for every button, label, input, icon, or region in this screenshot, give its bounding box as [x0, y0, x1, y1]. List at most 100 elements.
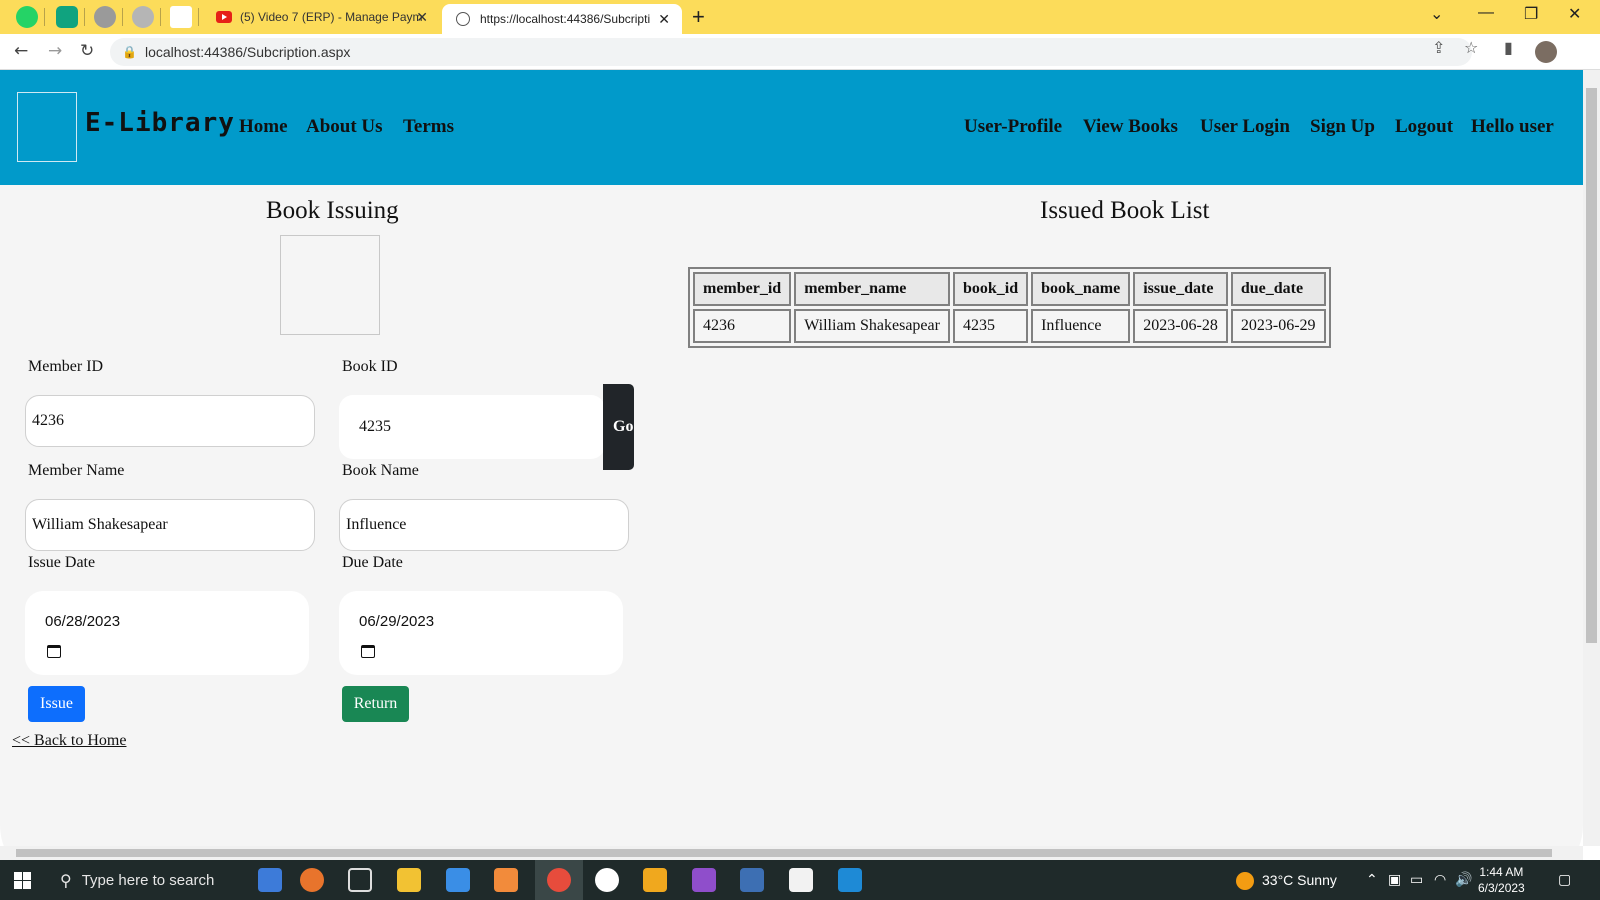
- vscode-icon[interactable]: [838, 868, 862, 892]
- column-header: due_date: [1230, 272, 1326, 306]
- widgets-icon[interactable]: [258, 868, 282, 892]
- url-input[interactable]: 🔒 localhost:44386/Subcription.aspx: [110, 38, 1472, 66]
- chevron-up-icon[interactable]: ⌃: [1366, 872, 1378, 888]
- table-cell: 4236: [693, 309, 792, 343]
- nav-home[interactable]: Home: [239, 116, 288, 138]
- back-to-home-link[interactable]: << Back to Home: [12, 732, 126, 750]
- member-id-input[interactable]: 4236: [25, 395, 315, 447]
- tab-title: (5) Video 7 (ERP) - Manage Paym: [240, 10, 423, 24]
- windows-start-icon[interactable]: [14, 872, 31, 889]
- member-name-label: Member Name: [28, 462, 125, 479]
- calendar-icon[interactable]: [361, 645, 375, 658]
- sun-icon[interactable]: [1236, 872, 1254, 890]
- battery-icon[interactable]: ▭: [1410, 872, 1423, 888]
- horizontal-scrollbar[interactable]: [0, 846, 1583, 860]
- chatgpt-icon[interactable]: [56, 6, 78, 28]
- tab-close-icon[interactable]: ✕: [416, 9, 428, 26]
- profile-avatar[interactable]: [1535, 41, 1557, 63]
- issue-date-input[interactable]: 06/28/2023: [25, 591, 309, 675]
- issue-date-label: Issue Date: [28, 554, 96, 571]
- book-issuing-title: Book Issuing: [266, 197, 399, 224]
- taskbar: ⚲ Type here to search 33°C Sunny ⌃ ▣ ▭ ◠…: [0, 860, 1600, 900]
- chrome-icon[interactable]: [547, 868, 571, 892]
- return-button[interactable]: Return: [342, 686, 409, 722]
- nav-about-us[interactable]: About Us: [306, 116, 383, 138]
- forward-arrow-icon[interactable]: →: [48, 41, 62, 61]
- tab-separator: [84, 8, 85, 26]
- member-name-input[interactable]: William Shakesapear: [25, 499, 315, 551]
- nav-hello-user[interactable]: Hello user: [1471, 116, 1554, 138]
- tab-separator: [122, 8, 123, 26]
- restore-icon[interactable]: ❐: [1524, 4, 1538, 24]
- tab-youtube[interactable]: (5) Video 7 (ERP) - Manage Paym ✕: [206, 0, 440, 34]
- globe-tab-icon[interactable]: [94, 6, 116, 28]
- back-arrow-icon[interactable]: ←: [14, 41, 28, 61]
- issued-books-table: member_id member_name book_id book_name …: [688, 267, 1331, 348]
- whatsapp-icon[interactable]: [16, 6, 38, 28]
- vertical-scrollbar[interactable]: [1583, 70, 1600, 846]
- notepad-icon[interactable]: [789, 868, 813, 892]
- book-name-input[interactable]: Influence: [339, 499, 629, 551]
- issue-button[interactable]: Issue: [28, 686, 85, 722]
- tab-title: https://localhost:44386/Subcripti: [480, 12, 651, 26]
- sql-server-icon[interactable]: [643, 868, 667, 892]
- reload-icon[interactable]: ↻: [80, 41, 94, 61]
- minimize-icon[interactable]: —: [1478, 4, 1494, 22]
- nav-user-login[interactable]: User Login: [1200, 116, 1290, 138]
- store-icon[interactable]: [446, 868, 470, 892]
- nav-user-profile[interactable]: User-Profile: [964, 116, 1062, 138]
- wifi-icon[interactable]: ◠: [1434, 872, 1446, 888]
- task-view-icon[interactable]: [348, 868, 372, 892]
- column-header: book_name: [1031, 272, 1131, 306]
- chevron-down-icon[interactable]: ⌄: [1430, 4, 1443, 24]
- tab-separator: [160, 8, 161, 26]
- taskbar-search[interactable]: ⚲ Type here to search: [48, 860, 248, 900]
- column-header: book_id: [952, 272, 1029, 306]
- nav-sign-up[interactable]: Sign Up: [1310, 116, 1375, 138]
- side-panel-icon[interactable]: ▮: [1504, 38, 1513, 57]
- nav-view-books[interactable]: View Books: [1083, 116, 1178, 138]
- globe-icon: [456, 12, 470, 26]
- nav-logout[interactable]: Logout: [1395, 116, 1453, 138]
- remote-desktop-icon[interactable]: [740, 868, 764, 892]
- taskbar-clock[interactable]: 1:44 AM 6/3/2023: [1478, 864, 1525, 896]
- browser-tab-bar: (5) Video 7 (ERP) - Manage Paym ✕ https:…: [0, 0, 1600, 34]
- network-icon[interactable]: ▣: [1388, 872, 1401, 888]
- column-header: issue_date: [1133, 272, 1228, 306]
- file-explorer-icon[interactable]: [397, 868, 421, 892]
- scroll-thumb[interactable]: [1586, 88, 1597, 643]
- calendar-icon[interactable]: [47, 645, 61, 658]
- notification-icon[interactable]: ▢: [1558, 872, 1571, 888]
- column-header: member_id: [693, 272, 792, 306]
- page-viewport: E-Library Home About Us Terms User-Profi…: [0, 70, 1583, 846]
- due-date-label: Due Date: [342, 554, 403, 571]
- globe-tab-icon[interactable]: [132, 6, 154, 28]
- clock-date: 6/3/2023: [1478, 881, 1525, 895]
- book-id-input[interactable]: 4235: [339, 395, 605, 459]
- basketball-icon[interactable]: [300, 868, 324, 892]
- url-text: localhost:44386/Subcription.aspx: [144, 44, 351, 60]
- app-icon[interactable]: [494, 868, 518, 892]
- visual-studio-icon[interactable]: [692, 868, 716, 892]
- brand-name[interactable]: E-Library: [85, 108, 235, 138]
- star-icon[interactable]: ☆: [1464, 38, 1478, 57]
- due-date-input[interactable]: 06/29/2023: [339, 591, 623, 675]
- mongodb-icon[interactable]: [595, 868, 619, 892]
- tab-active[interactable]: https://localhost:44386/Subcripti ✕: [442, 4, 682, 34]
- site-header: E-Library Home About Us Terms User-Profi…: [0, 70, 1583, 185]
- go-button[interactable]: Go: [603, 384, 634, 470]
- member-id-label: Member ID: [28, 358, 104, 375]
- volume-icon[interactable]: 🔊: [1455, 872, 1472, 888]
- tab-close-icon[interactable]: ✕: [658, 11, 670, 28]
- weather-text[interactable]: 33°C Sunny: [1262, 872, 1337, 888]
- lock-icon[interactable]: 🔒: [122, 45, 137, 59]
- page-tab-icon[interactable]: [170, 6, 192, 28]
- new-tab-button[interactable]: +: [692, 4, 705, 30]
- nav-terms[interactable]: Terms: [403, 116, 454, 138]
- close-window-icon[interactable]: ✕: [1568, 4, 1581, 24]
- address-bar: ← → ↻ 🔒 localhost:44386/Subcription.aspx…: [0, 34, 1600, 70]
- share-icon[interactable]: ⇪: [1432, 38, 1445, 57]
- scroll-thumb[interactable]: [16, 849, 1552, 857]
- youtube-icon: [216, 11, 232, 23]
- table-header-row: member_id member_name book_id book_name …: [693, 272, 1326, 306]
